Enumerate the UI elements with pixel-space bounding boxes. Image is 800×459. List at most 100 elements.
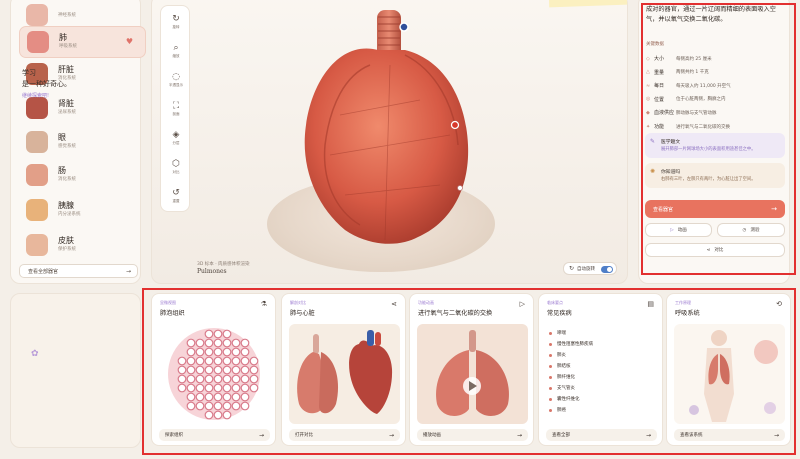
fact-key: 功能 [654, 124, 665, 130]
function-icon: ✦ [646, 123, 651, 130]
organ-system: 消化系统 [58, 177, 76, 183]
disease-item[interactable]: 肺炎 [549, 352, 566, 358]
organ-system: 呼吸系统 [59, 44, 77, 50]
section-icon: ⛶ [172, 101, 180, 111]
bullet-dot-icon [549, 386, 552, 390]
wind-icon: ≈ [646, 82, 651, 89]
auto-rotate-toggle[interactable] [601, 266, 613, 273]
organ-name: 眼 [58, 133, 66, 143]
disease-item[interactable]: 支气管炎 [549, 385, 575, 391]
animation-button[interactable]: ▷ 动画 [645, 223, 712, 237]
disease-item[interactable]: 肺结核 [549, 363, 571, 369]
play-icon[interactable]: ▷ [520, 300, 525, 308]
blood-icon: ◆ [646, 109, 650, 116]
organ-name: 皮肤 [58, 236, 74, 246]
bullet-dot-icon [549, 397, 552, 401]
pancreas-icon [26, 199, 48, 221]
favorite-heart-icon[interactable]: ♥ [126, 37, 133, 46]
quiz-button[interactable]: ◷ 测验 [717, 223, 785, 237]
respiratory-system-image [674, 324, 785, 424]
card-tag: 解剖对比 [290, 300, 306, 305]
bullet-dot-icon [549, 353, 552, 357]
did-you-know-card: ✺ 你知道吗 右肺有三叶，左肺只有两叶，为心脏让出了空间。 [645, 163, 785, 188]
organ-system: 保护系统 [58, 247, 76, 253]
fact-value: 每侧高约 25 厘米 [676, 56, 712, 62]
lung-3d-model[interactable] [300, 5, 475, 250]
view-all-organs-button[interactable]: 查看全部器官 → [19, 264, 138, 278]
breathing-icon[interactable]: ⟲ [776, 300, 782, 308]
tool-label: 缩放 [172, 54, 180, 58]
latin-name: Pulmones [197, 268, 227, 275]
tool-section[interactable]: ⛶ 剖面 [161, 101, 191, 117]
card-alveolar-tissue[interactable]: 显微视图 肺泡组织 ⚗ 探索组织 → [151, 293, 276, 446]
alveoli-image [159, 324, 270, 424]
disease-item[interactable]: 肺癌 [549, 407, 566, 413]
organ-description: 成对的器官，通过一片辽阔而精细的表面吸入空气，并以氧气交换二氧化碳。 [646, 6, 776, 23]
disease-name: 囊性纤维化 [557, 397, 580, 402]
disease-item[interactable]: 慢性阻塞性肺疾病 [549, 341, 593, 347]
arrow-right-icon: → [773, 431, 779, 439]
fact-value: 两侧共约 1 千克 [676, 70, 709, 76]
arrow-right-icon: → [645, 431, 651, 439]
tool-reset[interactable]: ↺ 重置 [161, 188, 191, 204]
kidney-icon [26, 97, 48, 119]
organ-name: 胰腺 [58, 201, 74, 211]
sidebar-item-1[interactable]: 肺呼吸系统 ♥ [19, 26, 146, 58]
fact-row: ◆ 血液供应 肺动脉与支气管动脉 [646, 106, 786, 119]
sidebar-item-6[interactable]: 胰腺 内分泌系统 [19, 194, 146, 226]
open-compare-label: 打开对比 [295, 433, 313, 438]
fact-row: ✦ 功能 进行氧气与二氧化碳的交换 [646, 120, 786, 133]
tool-layers[interactable]: ◈ 分层 [161, 130, 191, 146]
card-lungs-heart[interactable]: 解剖对比 肺与心脏 ⋖ 打开对比 → [281, 293, 406, 446]
card-tag: 功能动画 [418, 300, 434, 305]
disease-item[interactable]: 肺纤维化 [549, 374, 575, 380]
disease-item[interactable]: 哮喘 [549, 330, 566, 336]
brain-icon [26, 4, 48, 26]
view-all-diseases-button[interactable]: 查看全部 → [546, 429, 657, 441]
sidebar-item-7[interactable]: 皮肤 保护系统 [19, 229, 146, 261]
lungs-heart-image [289, 324, 400, 424]
card-gas-exchange[interactable]: 功能动画 进行氧气与二氧化碳的交换 ▷ 播放动画 → [409, 293, 534, 446]
compare-button[interactable]: ⋖ 对比 [645, 243, 785, 257]
explore-tissue-button[interactable]: 探索组织 → [159, 429, 270, 441]
disease-item[interactable]: 囊性纤维化 [549, 396, 580, 402]
quote-line-2: 是一种好奇心。 [22, 80, 71, 88]
tool-rotate[interactable]: ↻ 旋转 [161, 14, 191, 30]
organ-sidebar: 神经系统肺呼吸系统 ♥ 肝脏 消化系统 肾脏 泌尿系统眼感觉系统肠消化系统 胰腺 内分泌系统皮… [10, 0, 146, 284]
document-icon[interactable]: ▤ [647, 300, 654, 308]
fact-key: 血液供应 [654, 110, 675, 117]
tool-transparency[interactable]: ◌ 半透显示 [161, 72, 191, 88]
tool-compare[interactable]: ⬡ 对比 [161, 159, 191, 175]
sidebar-item-4[interactable]: 眼感觉系统 [19, 126, 146, 158]
specimen-caption: 3D 标本 · 肉质感体积渲染 [197, 262, 250, 267]
card-common-diseases[interactable]: 临床要点 常见疾病 ▤ 哮喘 慢性阻塞性肺疾病 肺炎 肺结核 肺纤维化 支气管炎 囊性纤维化… [538, 293, 663, 446]
lungs-icon [27, 31, 49, 53]
flower-icon: ✿ [31, 349, 39, 359]
location-icon: ◎ [646, 96, 651, 103]
share-icon[interactable]: ⋖ [391, 300, 397, 308]
fun-fact-text: 展开肺部一片网球场大小的表面积用途甚佳之中。 [661, 147, 756, 152]
organ-name: 肾脏 [58, 99, 74, 109]
card-respiratory-system[interactable]: 工作原理 呼吸系统 ⟲ 查看该系统 → [666, 293, 791, 446]
shape-icon: ◇ [646, 55, 650, 62]
view-organ-label: 查看器官 [653, 206, 674, 213]
view-all-diseases-label: 查看全部 [552, 433, 570, 438]
fact-row: ◇ 大小 每侧高约 25 厘米 [646, 52, 786, 65]
organ-name: 肺 [59, 33, 67, 43]
flask-icon[interactable]: ⚗ [261, 300, 267, 308]
speech-bubble-icon: ✎ [650, 138, 656, 145]
auto-rotate-control[interactable]: ↻ 自动旋转 [563, 262, 617, 275]
card-title: 肺与心脏 [290, 310, 315, 317]
view-organ-button[interactable]: 查看器官 → [645, 200, 785, 218]
fact-value: 进行氧气与二氧化碳的交换 [676, 124, 730, 130]
organ-info-panel: 成对的器官，通过一片辽阔而精细的表面吸入空气，并以氧气交换二氧化碳。 关键数据 … [638, 0, 790, 284]
sidebar-item-5[interactable]: 肠消化系统 [19, 159, 146, 191]
play-animation-button[interactable]: 播放动画 → [417, 429, 528, 441]
view-system-button[interactable]: 查看该系统 → [674, 429, 785, 441]
card-title: 呼吸系统 [675, 310, 700, 317]
disease-name: 哮喘 [557, 331, 566, 336]
play-animation-label: 播放动画 [423, 433, 441, 438]
rotate-icon: ↻ [569, 265, 575, 272]
tool-zoom[interactable]: ⌕ 缩放 [161, 43, 191, 59]
open-compare-button[interactable]: 打开对比 → [289, 429, 400, 441]
